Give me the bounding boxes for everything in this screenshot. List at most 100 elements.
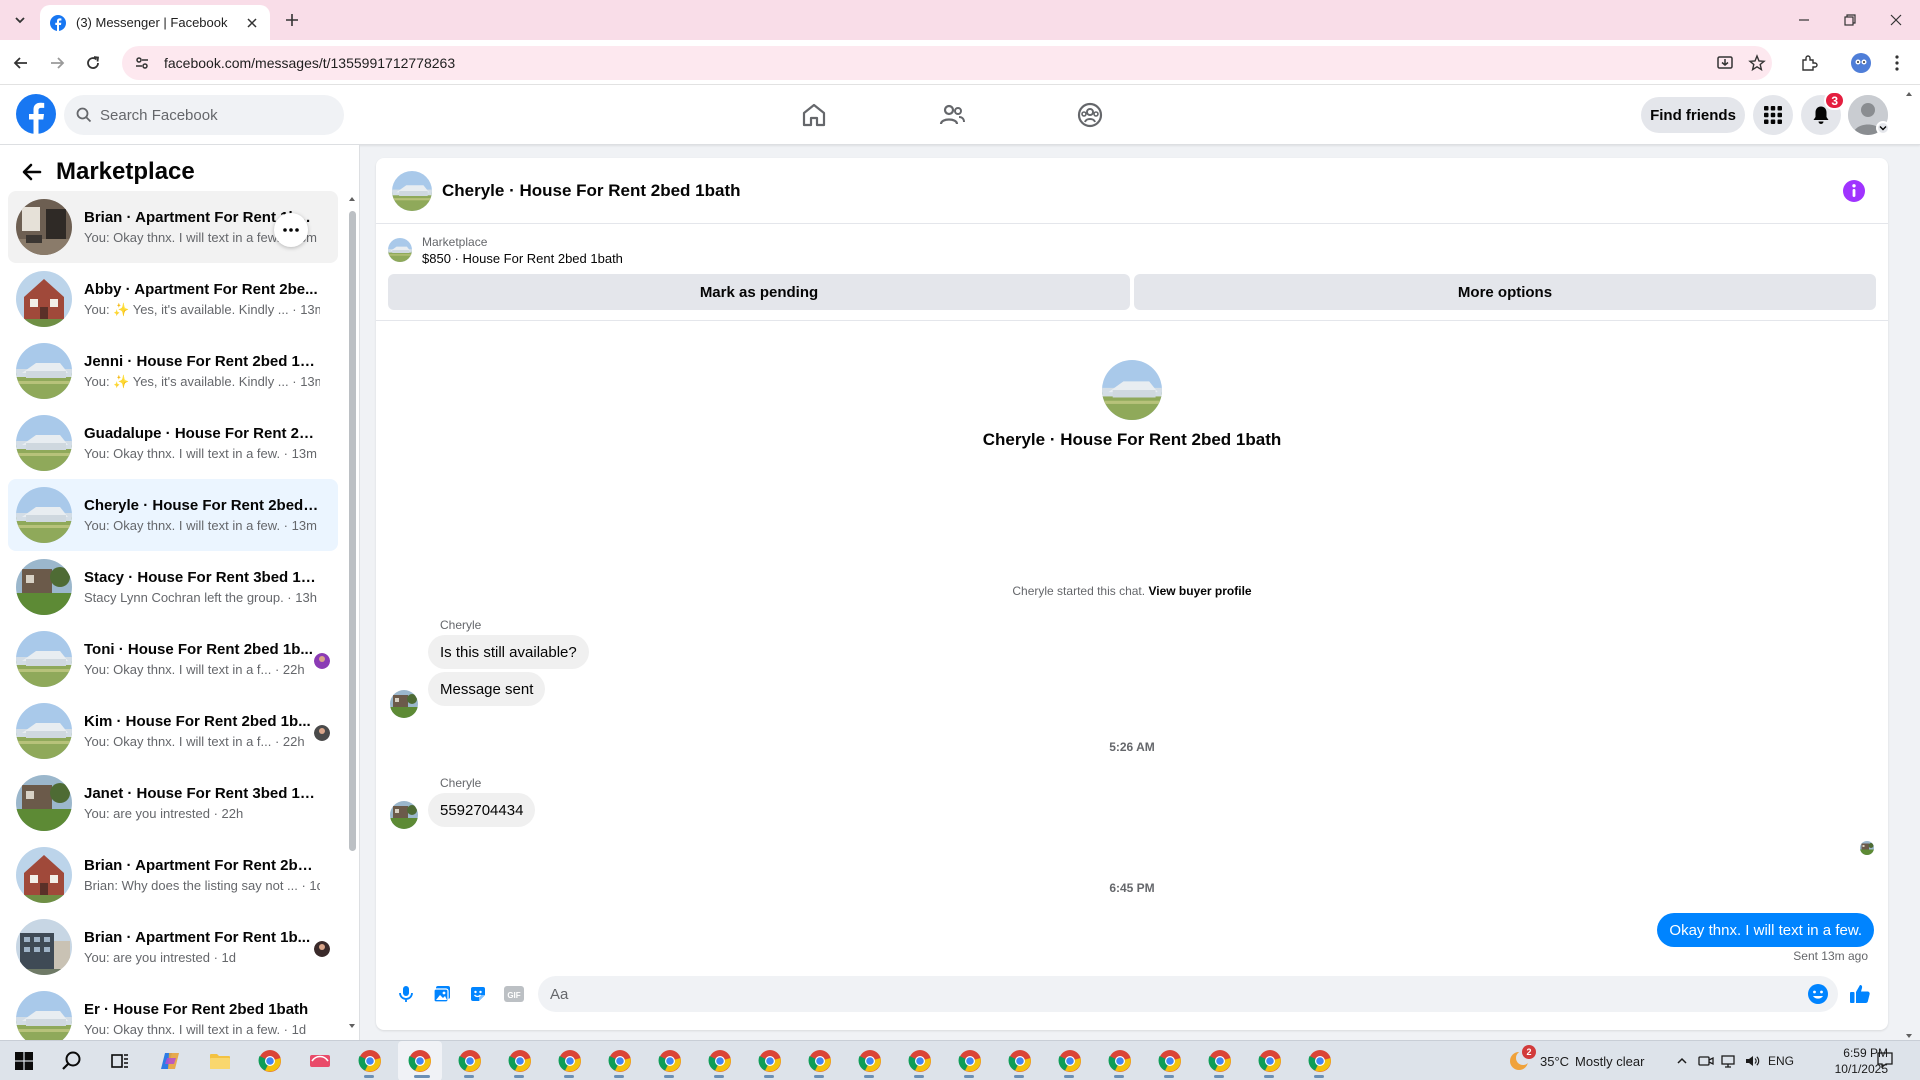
more-options-button[interactable]: More options bbox=[1134, 274, 1876, 310]
message-bubble[interactable]: Message sent bbox=[428, 672, 546, 706]
message-bubble[interactable]: Is this still available? bbox=[428, 635, 589, 669]
conversation-item[interactable]: Er · House For Rent 2bed 1bath You: Okay … bbox=[8, 983, 338, 1040]
chrome-window-icon[interactable] bbox=[1256, 1047, 1284, 1075]
message-input-wrap[interactable] bbox=[538, 976, 1838, 1012]
forward-arrow-icon[interactable] bbox=[44, 50, 70, 76]
conversation-name: Kim · House For Rent 2bed 1b... bbox=[84, 713, 311, 730]
sender-avatar[interactable] bbox=[390, 690, 418, 718]
chrome-window-icon[interactable] bbox=[1056, 1047, 1084, 1075]
chrome-window-icon[interactable] bbox=[906, 1047, 934, 1075]
conversation-item[interactable]: Brian · Apartment For Rent 2bed... Brian:… bbox=[8, 839, 338, 911]
friends-icon[interactable] bbox=[936, 99, 968, 131]
windows-start-icon[interactable] bbox=[10, 1047, 38, 1075]
conversation-item[interactable]: Brian · Apartment For Rent 1b... You: Oka… bbox=[8, 191, 338, 263]
outgoing-message-bubble[interactable]: Okay thnx. I will text in a few. bbox=[1657, 913, 1874, 947]
chrome-window-icon[interactable] bbox=[956, 1047, 984, 1075]
site-info-icon[interactable] bbox=[134, 55, 150, 71]
home-icon[interactable] bbox=[798, 99, 830, 131]
back-arrow-icon[interactable] bbox=[8, 50, 34, 76]
notifications-button[interactable]: 3 bbox=[1801, 91, 1845, 135]
chat-thumbnail[interactable] bbox=[392, 170, 432, 211]
restore-icon[interactable] bbox=[1830, 8, 1870, 32]
window-close-icon[interactable] bbox=[1876, 8, 1916, 32]
chrome-window-icon[interactable] bbox=[806, 1047, 834, 1075]
chevron-down-icon[interactable] bbox=[1876, 121, 1890, 135]
info-icon[interactable] bbox=[1842, 179, 1866, 203]
conversation-item[interactable]: Toni · House For Rent 2bed 1b... You: Oka… bbox=[8, 623, 338, 695]
volume-icon[interactable] bbox=[1742, 1051, 1762, 1071]
emoji-icon[interactable] bbox=[1806, 982, 1830, 1006]
chrome-window-icon[interactable] bbox=[706, 1047, 734, 1075]
chrome-window-icon[interactable] bbox=[406, 1047, 434, 1075]
language-indicator[interactable]: ENG bbox=[1768, 1054, 1794, 1068]
find-friends-button[interactable]: Find friends bbox=[1641, 97, 1745, 133]
message-bubble[interactable]: 5592704434 bbox=[428, 793, 536, 827]
chrome-window-icon[interactable] bbox=[556, 1047, 584, 1075]
conversation-item[interactable]: Brian · Apartment For Rent 1b... You: are… bbox=[8, 911, 338, 983]
chrome-window-icon[interactable] bbox=[1306, 1047, 1334, 1075]
meet-now-icon[interactable] bbox=[1696, 1051, 1716, 1071]
chrome-window-icon[interactable] bbox=[1156, 1047, 1184, 1075]
extensions-icon[interactable] bbox=[1796, 50, 1822, 76]
chrome-window-icon[interactable] bbox=[1106, 1047, 1134, 1075]
sender-avatar[interactable] bbox=[390, 801, 418, 829]
facebook-search[interactable] bbox=[64, 95, 344, 135]
view-buyer-profile-link[interactable]: View buyer profile bbox=[1148, 584, 1251, 598]
install-app-icon[interactable] bbox=[1712, 50, 1738, 76]
message-input[interactable] bbox=[550, 985, 1838, 1003]
tab-close-icon[interactable] bbox=[244, 15, 260, 31]
chrome-window-icon[interactable] bbox=[656, 1047, 684, 1075]
facebook-logo-icon[interactable] bbox=[16, 94, 56, 134]
more-options-icon[interactable] bbox=[274, 213, 308, 247]
scrollbar-thumb[interactable] bbox=[349, 211, 356, 851]
listing-summary[interactable]: Marketplace $850 · House For Rent 2bed 1… bbox=[388, 232, 1878, 268]
new-tab-icon[interactable] bbox=[282, 10, 302, 30]
microphone-icon[interactable] bbox=[388, 976, 424, 1012]
notification-center-icon[interactable] bbox=[1876, 1051, 1896, 1071]
search-input[interactable] bbox=[100, 106, 320, 124]
conversation-item[interactable]: Stacy · House For Rent 3bed 1bath Stacy L… bbox=[8, 551, 338, 623]
chrome-window-icon[interactable] bbox=[856, 1047, 884, 1075]
snipping-tool-icon[interactable] bbox=[306, 1047, 334, 1075]
chrome-window-icon[interactable] bbox=[356, 1047, 384, 1075]
bookmark-star-icon[interactable] bbox=[1744, 50, 1770, 76]
chat-scrollbar[interactable] bbox=[1904, 90, 1914, 1040]
conversation-item[interactable]: Guadalupe · House For Rent 2be... You: Ok… bbox=[8, 407, 338, 479]
weather-widget[interactable]: 2 35°C Mostly clear bbox=[1508, 1045, 1644, 1073]
chrome-window-icon[interactable] bbox=[1006, 1047, 1034, 1075]
menu-grid-icon[interactable] bbox=[1753, 95, 1793, 135]
chevron-up-icon[interactable] bbox=[1672, 1051, 1692, 1071]
conversation-item[interactable]: Abby · Apartment For Rent 2be... You: ✨ Y… bbox=[8, 263, 338, 335]
search-icon[interactable] bbox=[58, 1047, 86, 1075]
conversation-item[interactable]: Janet · House For Rent 3bed 1bath You: ar… bbox=[8, 767, 338, 839]
mark-as-pending-button[interactable]: Mark as pending bbox=[388, 274, 1130, 310]
chrome-window-icon[interactable] bbox=[1206, 1047, 1234, 1075]
sticker-icon[interactable] bbox=[460, 976, 496, 1012]
file-explorer-icon[interactable] bbox=[206, 1047, 234, 1075]
photo-icon[interactable] bbox=[424, 976, 460, 1012]
reload-icon[interactable] bbox=[80, 50, 106, 76]
sidebar-scrollbar[interactable] bbox=[348, 195, 356, 1030]
task-view-icon[interactable] bbox=[106, 1047, 134, 1075]
browser-tab[interactable]: (3) Messenger | Facebook bbox=[40, 5, 270, 40]
groups-icon[interactable] bbox=[1074, 99, 1106, 131]
url-bar[interactable]: facebook.com/messages/t/1355991712778263 bbox=[122, 46, 1772, 80]
gif-icon[interactable]: GIF bbox=[496, 976, 532, 1012]
conversation-item[interactable]: Cheryle · House For Rent 2bed 1... You: O… bbox=[8, 479, 338, 551]
chrome-icon[interactable] bbox=[256, 1047, 284, 1075]
chrome-window-icon[interactable] bbox=[756, 1047, 784, 1075]
chat-title[interactable]: Cheryle · House For Rent 2bed 1bath bbox=[442, 181, 741, 201]
like-thumb-icon[interactable] bbox=[1838, 976, 1882, 1012]
copilot-icon[interactable] bbox=[156, 1047, 184, 1075]
conversation-item[interactable]: Jenni · House For Rent 2bed 1bath You: ✨ … bbox=[8, 335, 338, 407]
conversation-item[interactable]: Kim · House For Rent 2bed 1b... You: Okay… bbox=[8, 695, 338, 767]
profile-icon[interactable] bbox=[1848, 50, 1874, 76]
minimize-icon[interactable] bbox=[1784, 8, 1824, 32]
chrome-window-icon[interactable] bbox=[456, 1047, 484, 1075]
browser-menu-icon[interactable] bbox=[1884, 50, 1910, 76]
back-arrow-icon[interactable] bbox=[20, 160, 44, 184]
tab-search-icon[interactable] bbox=[8, 10, 32, 30]
chrome-window-icon[interactable] bbox=[506, 1047, 534, 1075]
chrome-window-icon[interactable] bbox=[606, 1047, 634, 1075]
network-icon[interactable] bbox=[1718, 1051, 1738, 1071]
